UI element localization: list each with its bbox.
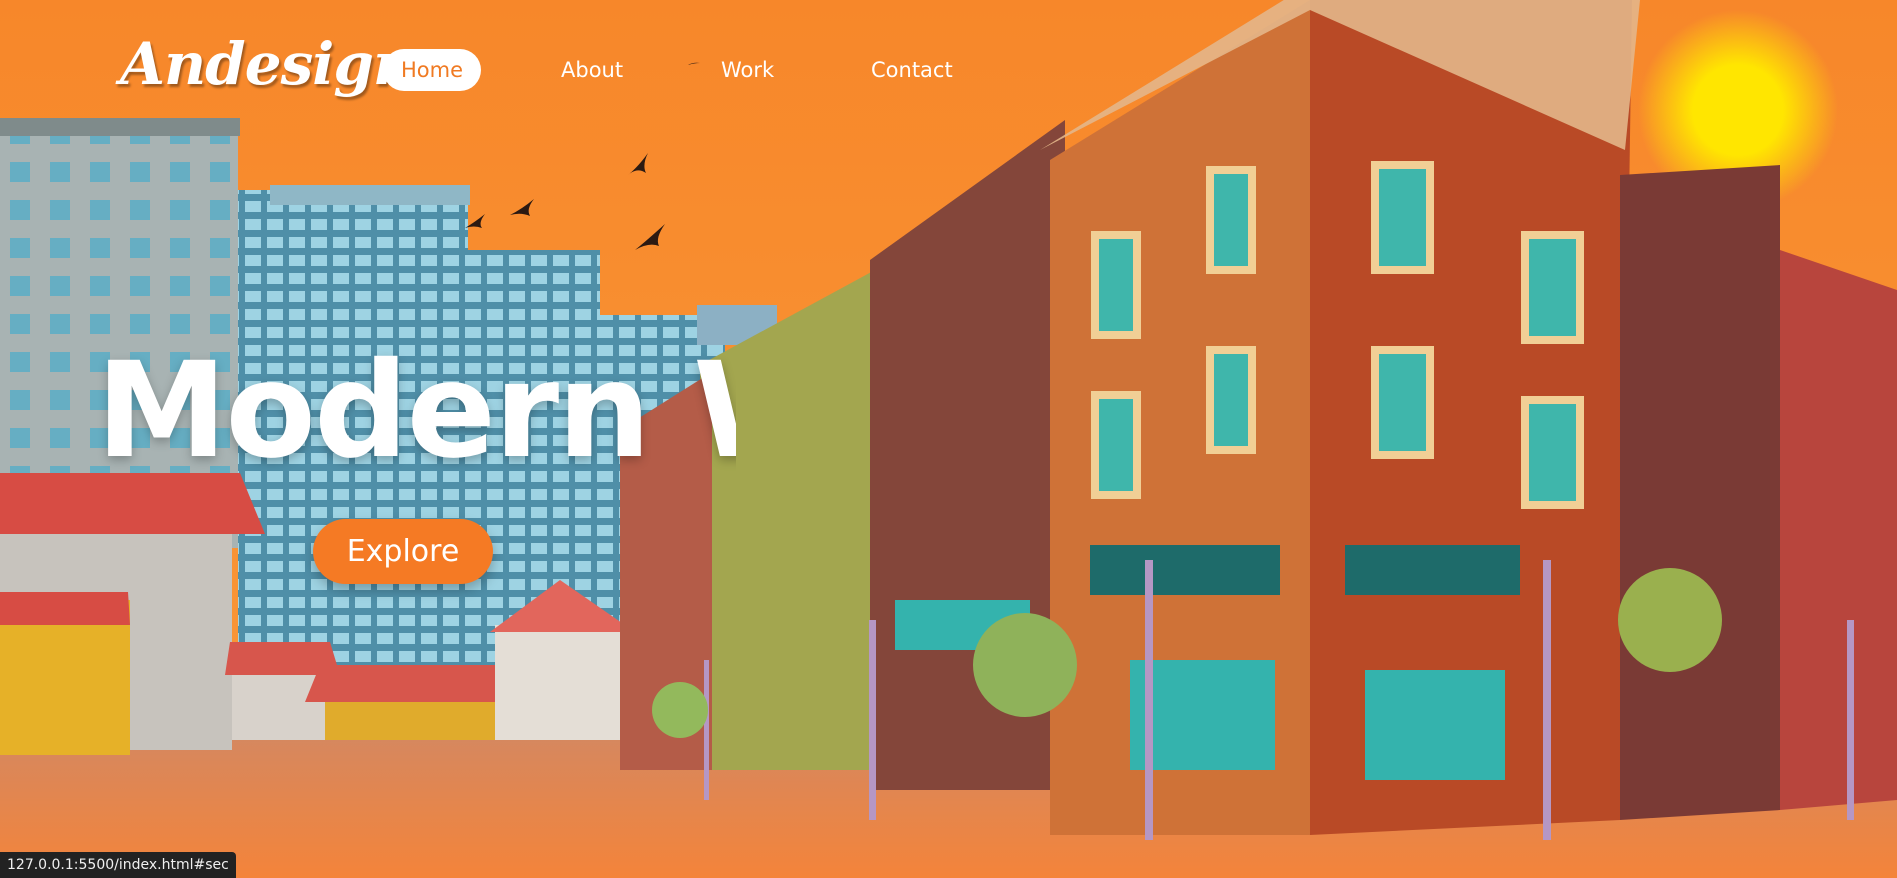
hero-title: Modern W — [96, 345, 736, 477]
nav-about-link[interactable]: About — [561, 49, 623, 91]
browser-status-url: 127.0.0.1:5500/index.html#sec — [0, 852, 236, 878]
top-navigation: Andesign Home About Work Contact — [0, 0, 1897, 140]
explore-button[interactable]: Explore — [313, 519, 493, 584]
brand-logo[interactable]: Andesign — [120, 30, 415, 98]
nav-work-link[interactable]: Work — [721, 49, 774, 91]
nav-home-link[interactable]: Home — [383, 49, 482, 91]
nav-contact-link[interactable]: Contact — [871, 49, 953, 91]
